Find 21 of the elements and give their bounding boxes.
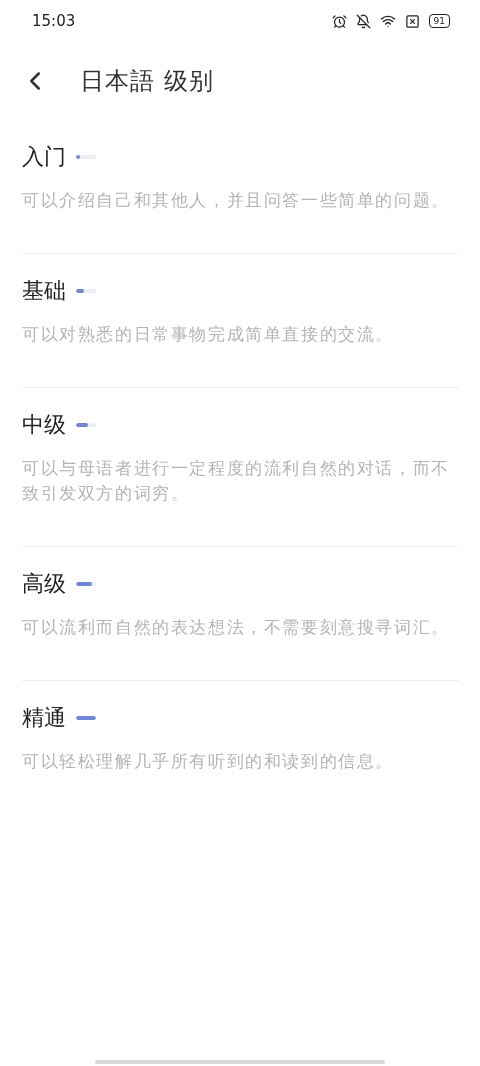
level-name: 入门 bbox=[22, 143, 66, 171]
level-name: 中级 bbox=[22, 411, 66, 439]
level-name: 高级 bbox=[22, 570, 66, 598]
level-meter bbox=[76, 423, 96, 427]
close-box-icon bbox=[404, 13, 420, 29]
wifi-icon bbox=[379, 13, 396, 29]
level-description: 可以与母语者进行一定程度的流利自然的对话，而不致引发双方的词穷。 bbox=[22, 457, 451, 505]
level-name: 基础 bbox=[22, 277, 66, 305]
battery-indicator: 91 bbox=[428, 14, 450, 28]
level-name: 精通 bbox=[22, 704, 66, 732]
level-meter bbox=[76, 289, 96, 293]
page-title: 日本語 级别 bbox=[80, 66, 214, 97]
level-description: 可以介绍自己和其他人，并且问答一些简单的问题。 bbox=[22, 189, 451, 212]
level-description: 可以轻松理解几乎所有听到的和读到的信息。 bbox=[22, 750, 395, 773]
level-description: 可以对熟悉的日常事物完成简单直接的交流。 bbox=[22, 323, 395, 346]
muted-bell-icon bbox=[355, 13, 371, 29]
level-description: 可以流利而自然的表达想法，不需要刻意搜寻词汇。 bbox=[22, 616, 451, 639]
status-time: 15:03 bbox=[32, 12, 76, 30]
level-meter bbox=[76, 582, 96, 586]
level-meter bbox=[76, 716, 96, 720]
alarm-icon bbox=[331, 13, 347, 29]
